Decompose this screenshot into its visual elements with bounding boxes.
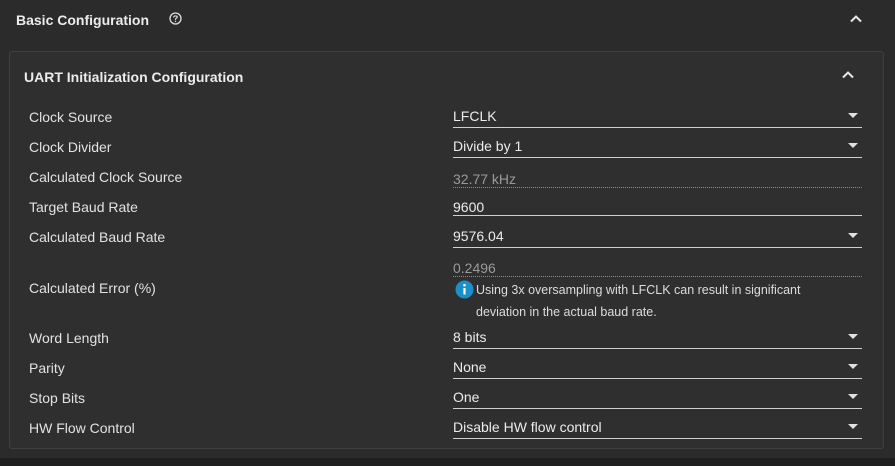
info-icon xyxy=(455,280,474,299)
dropdown-arrow-icon xyxy=(848,364,858,369)
target-baud-rate-input[interactable]: 9600 xyxy=(453,194,862,216)
stop-bits-select[interactable]: One xyxy=(453,387,862,409)
calculated-baud-rate-value: 9576.04 xyxy=(453,228,504,244)
help-circle-icon[interactable] xyxy=(169,12,182,25)
dropdown-arrow-icon xyxy=(848,424,858,429)
stop-bits-label: Stop Bits xyxy=(29,390,86,406)
clock-divider-label: Clock Divider xyxy=(29,139,112,155)
hw-flow-control-select[interactable]: Disable HW flow control xyxy=(453,417,862,439)
calculated-error-value: 0.2496 xyxy=(453,260,496,276)
word-length-select[interactable]: 8 bits xyxy=(453,327,862,349)
dropdown-arrow-icon xyxy=(848,394,858,399)
clock-source-label: Clock Source xyxy=(29,109,113,125)
basic-configuration-panel: Basic Configuration UART Initialization … xyxy=(0,0,895,466)
calculated-clock-source-field: 32.77 kHz xyxy=(453,166,862,188)
clock-divider-select[interactable]: Divide by 1 xyxy=(453,136,862,158)
collapse-uart-initialization-icon[interactable] xyxy=(841,70,855,80)
clock-divider-value: Divide by 1 xyxy=(453,138,523,154)
oversampling-warning-line-2: deviation in the actual baud rate. xyxy=(476,305,657,319)
dropdown-arrow-icon xyxy=(848,143,858,148)
collapse-basic-configuration-icon[interactable] xyxy=(849,14,863,24)
dropdown-arrow-icon xyxy=(848,334,858,339)
panel-bottom-edge xyxy=(0,458,895,466)
hw-flow-control-value: Disable HW flow control xyxy=(453,419,602,435)
oversampling-warning-line-1: Using 3x oversampling with LFCLK can res… xyxy=(476,283,801,297)
dropdown-arrow-icon xyxy=(848,233,858,238)
clock-source-value: LFCLK xyxy=(453,108,497,124)
uart-initialization-title: UART Initialization Configuration xyxy=(24,69,244,85)
target-baud-rate-value: 9600 xyxy=(453,199,485,215)
calculated-error-label: Calculated Error (%) xyxy=(29,280,156,296)
stop-bits-value: One xyxy=(453,389,480,405)
parity-label: Parity xyxy=(29,360,65,376)
dropdown-arrow-icon xyxy=(848,113,858,118)
oversampling-warning-text: Using 3x oversampling with LFCLK can res… xyxy=(476,279,866,323)
basic-configuration-header[interactable]: Basic Configuration xyxy=(0,0,895,42)
clock-source-select[interactable]: LFCLK xyxy=(453,106,862,128)
calculated-clock-source-label: Calculated Clock Source xyxy=(29,169,183,185)
calculated-clock-source-value: 32.77 kHz xyxy=(453,171,517,187)
parity-value: None xyxy=(453,359,487,375)
hw-flow-control-label: HW Flow Control xyxy=(29,420,135,436)
word-length-label: Word Length xyxy=(29,330,109,346)
calculated-baud-rate-select[interactable]: 9576.04 xyxy=(453,226,862,248)
parity-select[interactable]: None xyxy=(453,357,862,379)
calculated-error-field: 0.2496 xyxy=(453,255,862,277)
target-baud-rate-label: Target Baud Rate xyxy=(29,199,138,215)
basic-configuration-title: Basic Configuration xyxy=(16,12,150,28)
calculated-baud-rate-label: Calculated Baud Rate xyxy=(29,229,166,245)
word-length-value: 8 bits xyxy=(453,329,487,345)
